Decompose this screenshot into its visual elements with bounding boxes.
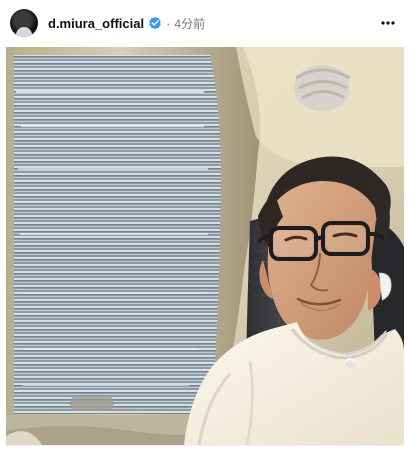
train-selfie-image	[6, 47, 404, 445]
post-photo[interactable]	[6, 47, 404, 445]
post-divider	[6, 445, 404, 446]
post-meta: d.miura_official · 4分前	[48, 15, 205, 32]
more-options-button[interactable]	[376, 11, 400, 35]
username-link[interactable]: d.miura_official	[48, 16, 144, 31]
more-options-icon	[381, 21, 395, 25]
meta-separator: ·	[166, 15, 171, 31]
profile-avatar[interactable]	[10, 9, 38, 37]
post-time: 4分前	[174, 16, 206, 31]
instagram-post: d.miura_official · 4分前	[0, 0, 410, 450]
post-header: d.miura_official · 4分前	[0, 0, 410, 46]
verified-badge-icon	[148, 16, 162, 30]
